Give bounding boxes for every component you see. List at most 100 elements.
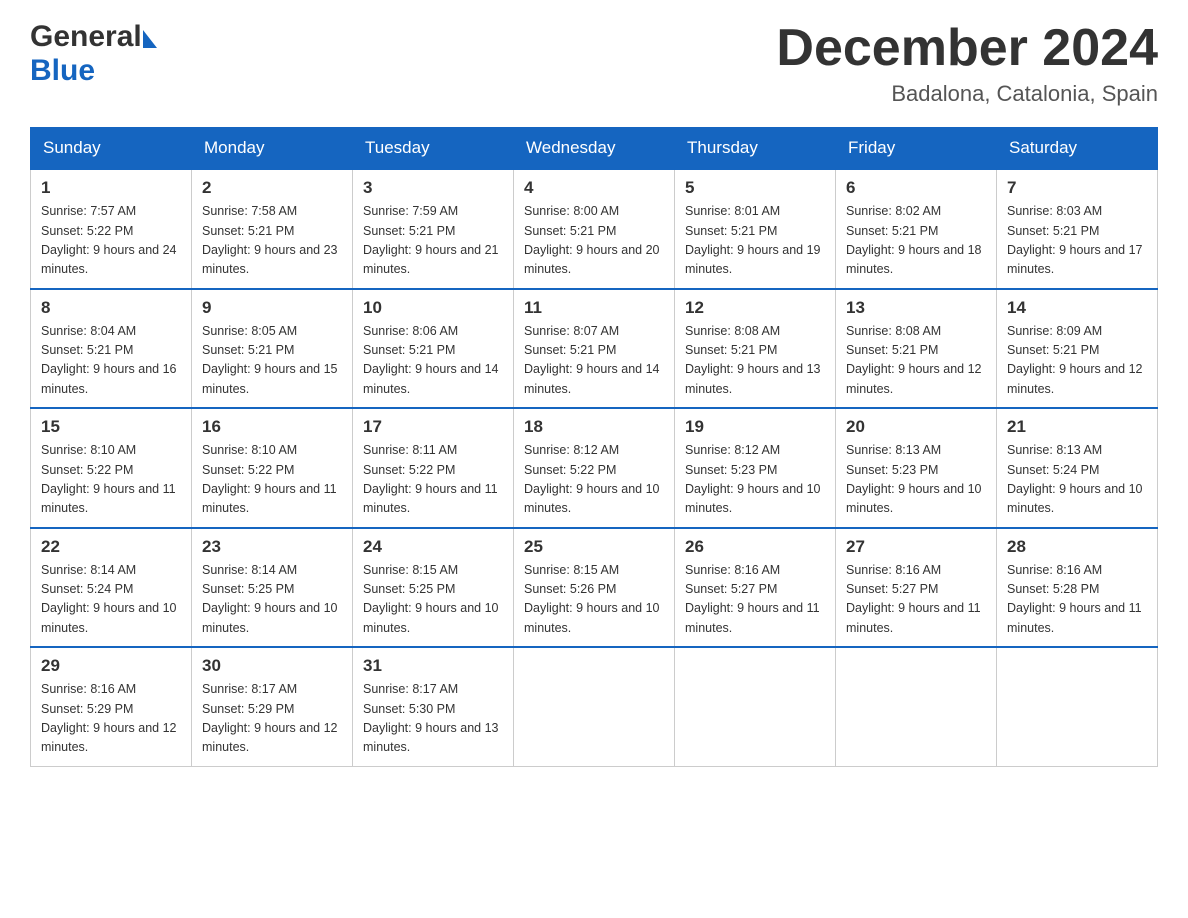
day-number: 17 [363, 417, 503, 437]
day-info: Sunrise: 8:14 AMSunset: 5:25 PMDaylight:… [202, 561, 342, 639]
calendar-cell: 19 Sunrise: 8:12 AMSunset: 5:23 PMDayligh… [675, 408, 836, 528]
calendar-cell: 2Sunrise: 7:58 AMSunset: 5:21 PMDaylight… [192, 169, 353, 289]
calendar-cell: 11 Sunrise: 8:07 AMSunset: 5:21 PMDayligh… [514, 289, 675, 409]
day-info: Sunrise: 8:10 AMSunset: 5:22 PMDaylight:… [202, 441, 342, 519]
day-info: Sunrise: 7:57 AMSunset: 5:22 PMDaylight:… [41, 202, 181, 280]
calendar-cell: 21Sunrise: 8:13 AMSunset: 5:24 PMDayligh… [997, 408, 1158, 528]
day-info: Sunrise: 8:08 AMSunset: 5:21 PMDaylight:… [685, 322, 825, 400]
calendar-cell: 6 Sunrise: 8:02 AMSunset: 5:21 PMDaylight… [836, 169, 997, 289]
calendar-header-wednesday: Wednesday [514, 128, 675, 170]
day-info: Sunrise: 8:12 AMSunset: 5:22 PMDaylight:… [524, 441, 664, 519]
page-header: General Blue December 2024 Badalona, Cat… [30, 20, 1158, 107]
calendar-cell [836, 647, 997, 766]
title-block: December 2024 Badalona, Catalonia, Spain [776, 20, 1158, 107]
day-number: 12 [685, 298, 825, 318]
day-number: 16 [202, 417, 342, 437]
day-number: 30 [202, 656, 342, 676]
calendar-week-row: 15Sunrise: 8:10 AMSunset: 5:22 PMDayligh… [31, 408, 1158, 528]
day-number: 1 [41, 178, 181, 198]
day-number: 9 [202, 298, 342, 318]
calendar-cell: 28 Sunrise: 8:16 AMSunset: 5:28 PMDayligh… [997, 528, 1158, 648]
day-info: Sunrise: 8:00 AMSunset: 5:21 PMDaylight:… [524, 202, 664, 280]
calendar-cell: 7Sunrise: 8:03 AMSunset: 5:21 PMDaylight… [997, 169, 1158, 289]
day-info: Sunrise: 8:15 AMSunset: 5:25 PMDaylight:… [363, 561, 503, 639]
day-info: Sunrise: 8:04 AMSunset: 5:21 PMDaylight:… [41, 322, 181, 400]
calendar-header-sunday: Sunday [31, 128, 192, 170]
day-number: 31 [363, 656, 503, 676]
day-info: Sunrise: 8:17 AMSunset: 5:29 PMDaylight:… [202, 680, 342, 758]
calendar-header-thursday: Thursday [675, 128, 836, 170]
day-number: 25 [524, 537, 664, 557]
month-title: December 2024 [776, 20, 1158, 77]
day-info: Sunrise: 8:01 AMSunset: 5:21 PMDaylight:… [685, 202, 825, 280]
logo-arrow-icon [143, 30, 157, 48]
calendar-cell: 10 Sunrise: 8:06 AMSunset: 5:21 PMDayligh… [353, 289, 514, 409]
day-info: Sunrise: 8:07 AMSunset: 5:21 PMDaylight:… [524, 322, 664, 400]
calendar-table: SundayMondayTuesdayWednesdayThursdayFrid… [30, 127, 1158, 767]
day-number: 27 [846, 537, 986, 557]
day-info: Sunrise: 8:16 AMSunset: 5:28 PMDaylight:… [1007, 561, 1147, 639]
calendar-cell: 3Sunrise: 7:59 AMSunset: 5:21 PMDaylight… [353, 169, 514, 289]
calendar-cell: 18Sunrise: 8:12 AMSunset: 5:22 PMDayligh… [514, 408, 675, 528]
calendar-cell: 20Sunrise: 8:13 AMSunset: 5:23 PMDayligh… [836, 408, 997, 528]
calendar-cell [997, 647, 1158, 766]
day-number: 23 [202, 537, 342, 557]
calendar-cell: 24Sunrise: 8:15 AMSunset: 5:25 PMDayligh… [353, 528, 514, 648]
day-info: Sunrise: 8:03 AMSunset: 5:21 PMDaylight:… [1007, 202, 1147, 280]
day-info: Sunrise: 8:13 AMSunset: 5:24 PMDaylight:… [1007, 441, 1147, 519]
day-info: Sunrise: 8:09 AMSunset: 5:21 PMDaylight:… [1007, 322, 1147, 400]
day-info: Sunrise: 8:08 AMSunset: 5:21 PMDaylight:… [846, 322, 986, 400]
day-number: 4 [524, 178, 664, 198]
day-info: Sunrise: 8:02 AMSunset: 5:21 PMDaylight:… [846, 202, 986, 280]
calendar-cell [675, 647, 836, 766]
calendar-header-friday: Friday [836, 128, 997, 170]
day-number: 26 [685, 537, 825, 557]
day-number: 10 [363, 298, 503, 318]
calendar-cell [514, 647, 675, 766]
day-number: 28 [1007, 537, 1147, 557]
location-title: Badalona, Catalonia, Spain [776, 81, 1158, 107]
calendar-cell: 12 Sunrise: 8:08 AMSunset: 5:21 PMDayligh… [675, 289, 836, 409]
day-number: 14 [1007, 298, 1147, 318]
day-info: Sunrise: 8:10 AMSunset: 5:22 PMDaylight:… [41, 441, 181, 519]
calendar-header-monday: Monday [192, 128, 353, 170]
calendar-week-row: 1 Sunrise: 7:57 AMSunset: 5:22 PMDaylight… [31, 169, 1158, 289]
day-number: 5 [685, 178, 825, 198]
calendar-cell: 15Sunrise: 8:10 AMSunset: 5:22 PMDayligh… [31, 408, 192, 528]
day-info: Sunrise: 8:11 AMSunset: 5:22 PMDaylight:… [363, 441, 503, 519]
day-number: 11 [524, 298, 664, 318]
calendar-cell: 1 Sunrise: 7:57 AMSunset: 5:22 PMDaylight… [31, 169, 192, 289]
calendar-cell: 17 Sunrise: 8:11 AMSunset: 5:22 PMDayligh… [353, 408, 514, 528]
day-number: 20 [846, 417, 986, 437]
day-info: Sunrise: 8:12 AMSunset: 5:23 PMDaylight:… [685, 441, 825, 519]
day-info: Sunrise: 8:14 AMSunset: 5:24 PMDaylight:… [41, 561, 181, 639]
day-number: 13 [846, 298, 986, 318]
calendar-cell: 5 Sunrise: 8:01 AMSunset: 5:21 PMDaylight… [675, 169, 836, 289]
calendar-week-row: 8 Sunrise: 8:04 AMSunset: 5:21 PMDaylight… [31, 289, 1158, 409]
logo-blue-text: Blue [30, 54, 95, 87]
calendar-cell: 26Sunrise: 8:16 AMSunset: 5:27 PMDayligh… [675, 528, 836, 648]
day-info: Sunrise: 8:16 AMSunset: 5:27 PMDaylight:… [846, 561, 986, 639]
calendar-header-row: SundayMondayTuesdayWednesdayThursdayFrid… [31, 128, 1158, 170]
calendar-cell: 22 Sunrise: 8:14 AMSunset: 5:24 PMDayligh… [31, 528, 192, 648]
day-number: 19 [685, 417, 825, 437]
day-info: Sunrise: 8:17 AMSunset: 5:30 PMDaylight:… [363, 680, 503, 758]
calendar-cell: 4 Sunrise: 8:00 AMSunset: 5:21 PMDaylight… [514, 169, 675, 289]
calendar-cell: 23 Sunrise: 8:14 AMSunset: 5:25 PMDayligh… [192, 528, 353, 648]
calendar-header-saturday: Saturday [997, 128, 1158, 170]
day-number: 29 [41, 656, 181, 676]
calendar-cell: 25Sunrise: 8:15 AMSunset: 5:26 PMDayligh… [514, 528, 675, 648]
day-number: 6 [846, 178, 986, 198]
day-number: 8 [41, 298, 181, 318]
calendar-week-row: 29Sunrise: 8:16 AMSunset: 5:29 PMDayligh… [31, 647, 1158, 766]
calendar-cell: 13 Sunrise: 8:08 AMSunset: 5:21 PMDayligh… [836, 289, 997, 409]
calendar-week-row: 22 Sunrise: 8:14 AMSunset: 5:24 PMDayligh… [31, 528, 1158, 648]
logo: General Blue [30, 20, 157, 88]
calendar-cell: 29Sunrise: 8:16 AMSunset: 5:29 PMDayligh… [31, 647, 192, 766]
day-info: Sunrise: 7:58 AMSunset: 5:21 PMDaylight:… [202, 202, 342, 280]
day-info: Sunrise: 8:06 AMSunset: 5:21 PMDaylight:… [363, 322, 503, 400]
logo-general-text: General [30, 20, 142, 54]
day-info: Sunrise: 7:59 AMSunset: 5:21 PMDaylight:… [363, 202, 503, 280]
calendar-cell: 16 Sunrise: 8:10 AMSunset: 5:22 PMDayligh… [192, 408, 353, 528]
day-number: 22 [41, 537, 181, 557]
